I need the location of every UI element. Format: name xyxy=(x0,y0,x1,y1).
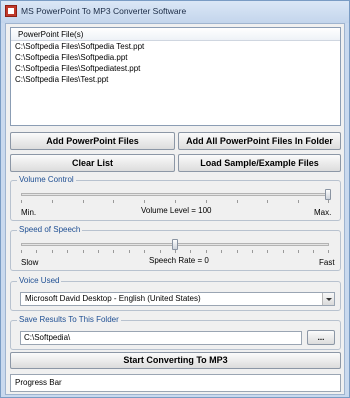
speech-rate-label: Speech Rate = 0 xyxy=(149,256,209,265)
save-folder-title: Save Results To This Folder xyxy=(17,315,121,324)
speech-speed-title: Speed of Speech xyxy=(17,225,83,234)
app-icon xyxy=(5,5,17,17)
progress-bar-label: Progress Bar xyxy=(15,378,62,387)
speech-rate-slider-thumb[interactable] xyxy=(172,239,178,250)
volume-min-label: Min. xyxy=(21,208,37,217)
volume-control-title: Volume Control xyxy=(17,175,76,184)
browse-folder-button[interactable]: ... xyxy=(307,330,335,345)
list-item[interactable]: C:\Softpedia Files\Softpedia Test.ppt xyxy=(11,41,340,52)
voice-title: Voice Used xyxy=(17,276,62,285)
volume-max-label: Max. xyxy=(314,208,332,217)
volume-slider-thumb[interactable] xyxy=(325,189,331,200)
start-converting-button[interactable]: Start Converting To MP3 xyxy=(10,352,341,369)
file-list-column-title: PowerPoint File(s) xyxy=(18,30,84,39)
list-item[interactable]: C:\Softpedia Files\Test.ppt xyxy=(11,74,340,85)
add-folder-button[interactable]: Add All PowerPoint Files In Folder xyxy=(178,132,341,150)
window-title: MS PowerPoint To MP3 Converter Software xyxy=(21,6,187,16)
save-folder-group: Save Results To This Folder C:\Softpedia… xyxy=(10,315,341,350)
speech-speed-group: Speed of Speech Slow Speech Rate = 0 Fas… xyxy=(10,225,341,271)
chevron-down-icon[interactable] xyxy=(322,293,334,305)
save-folder-input[interactable]: C:\Softpedia\ xyxy=(20,331,302,345)
volume-slider[interactable] xyxy=(21,193,329,196)
file-list-header[interactable]: PowerPoint File(s) xyxy=(11,28,340,41)
file-list[interactable]: PowerPoint File(s) C:\Softpedia Files\So… xyxy=(10,27,341,126)
voice-group: Voice Used Microsoft David Desktop - Eng… xyxy=(10,276,341,311)
clear-list-button[interactable]: Clear List xyxy=(10,154,175,172)
speech-fast-label: Fast xyxy=(319,258,335,267)
main-panel: PowerPoint File(s) C:\Softpedia Files\So… xyxy=(5,23,345,395)
speech-rate-slider-ticks xyxy=(21,250,329,253)
list-item[interactable]: C:\Softpedia Files\Softpediatest.ppt xyxy=(11,63,340,74)
volume-slider-ticks xyxy=(21,200,329,203)
volume-level-label: Volume Level = 100 xyxy=(141,206,212,215)
voice-select[interactable]: Microsoft David Desktop - English (Unite… xyxy=(20,292,335,306)
add-powerpoint-files-button[interactable]: Add PowerPoint Files xyxy=(10,132,175,150)
load-sample-files-button[interactable]: Load Sample/Example Files xyxy=(178,154,341,172)
title-bar[interactable]: MS PowerPoint To MP3 Converter Software xyxy=(1,1,349,23)
list-item[interactable]: C:\Softpedia Files\Softpedia.ppt xyxy=(11,52,340,63)
volume-control-group: Volume Control Min. Volume Level = 100 M… xyxy=(10,175,341,221)
voice-selected-value: Microsoft David Desktop - English (Unite… xyxy=(25,294,201,303)
app-window: MS PowerPoint To MP3 Converter Software … xyxy=(0,0,350,398)
progress-bar: Progress Bar xyxy=(10,374,341,392)
speech-slow-label: Slow xyxy=(21,258,39,267)
